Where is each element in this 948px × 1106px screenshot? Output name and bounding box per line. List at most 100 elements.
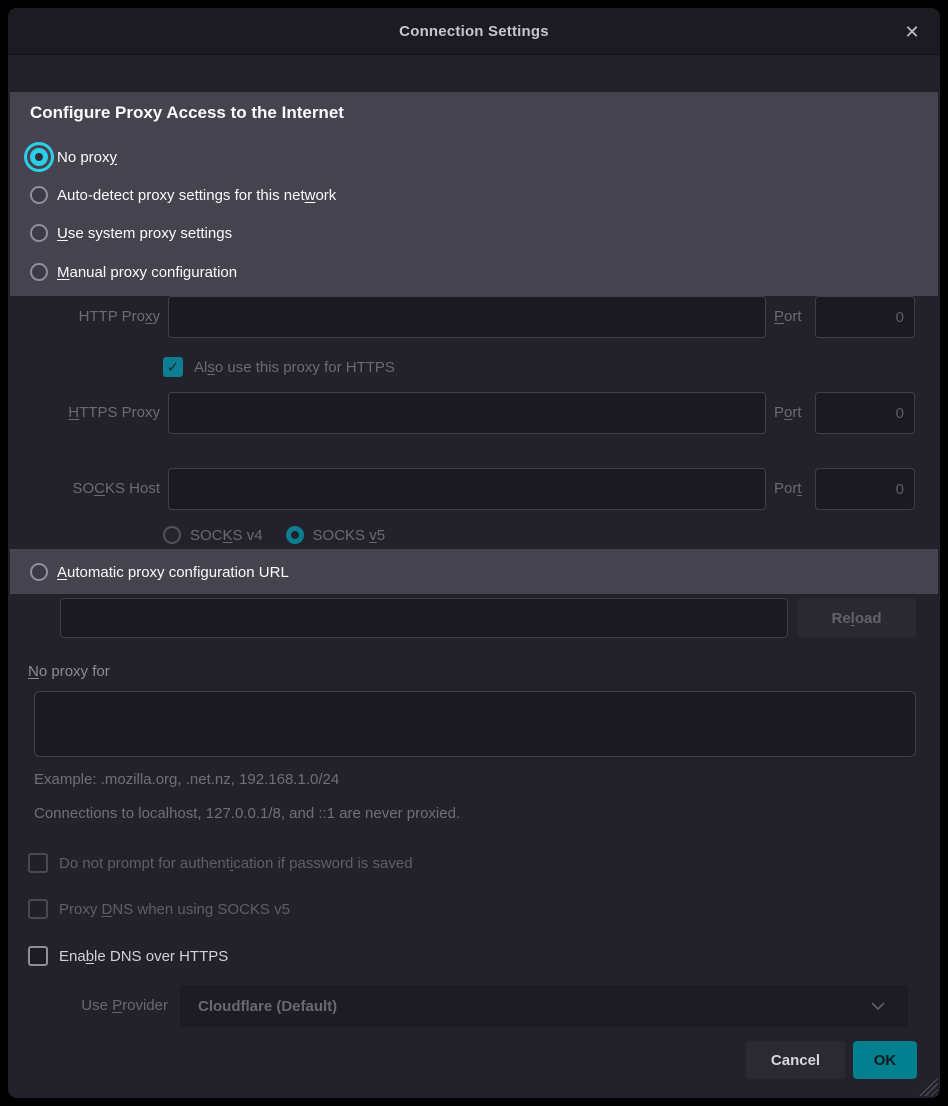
chevron-down-icon [870,1001,886,1011]
label-pre: No prox [57,149,110,166]
label-accesskey: U [57,225,68,242]
label-post: ort [784,308,802,325]
provider-dropdown[interactable]: Cloudflare (Default) [180,985,908,1027]
label-post: KS Host [105,480,160,497]
radio-socks-v4[interactable] [163,526,181,544]
http-port-label: Port [774,296,802,338]
autoproxy-url-input[interactable] [60,598,788,638]
ok-button[interactable]: OK [853,1041,917,1079]
label-pre: SO [72,480,94,497]
label-accesskey: y [110,149,118,166]
connection-settings-dialog: Connection Settings ✕ Configure Proxy Ac… [8,8,940,1098]
label-post: S v4 [233,527,263,544]
label-post: o use this proxy for HTTPS [215,359,395,376]
label-post: utomatic proxy configuration URL [67,564,289,581]
label-accesskey: w [305,187,316,204]
label-accesskey: N [28,663,39,680]
label-pre: SOC [190,527,223,544]
screen: Connection Settings ✕ Configure Proxy Ac… [0,0,948,1106]
http-proxy-input[interactable] [168,296,766,338]
radio-row-manual-proxy[interactable]: Manual proxy configuration [30,260,237,284]
label-pre: SOCKS [313,527,370,544]
enable-doh-checkbox[interactable] [28,946,48,966]
radio-label-autodetect: Auto-detect proxy settings for this netw… [57,187,336,204]
radio-manual-proxy[interactable] [30,263,48,281]
http-port-input[interactable] [815,296,915,338]
label-accesskey: C [94,480,105,497]
label-accesskey: P [774,308,784,325]
proxy-mode-section: Configure Proxy Access to the Internet N… [10,92,938,296]
label-pre: P [774,404,784,421]
proxy-dns-label: Proxy DNS when using SOCKS v5 [59,901,290,918]
label-post: TTPS Proxy [79,404,160,421]
label-post: le DNS over HTTPS [94,948,228,965]
also-https-label: Also use this proxy for HTTPS [194,359,395,376]
proxy-dns-checkbox[interactable] [28,899,48,919]
radio-no-proxy[interactable] [30,148,48,166]
http-proxy-label: HTTP Proxy [28,296,160,338]
cancel-button[interactable]: Cancel [746,1041,845,1079]
label-pre: Por [774,480,797,497]
no-proxy-for-textarea[interactable] [34,691,916,757]
radio-row-system-proxy[interactable]: Use system proxy settings [30,221,232,245]
socks-port-label: Port [774,468,802,510]
radio-label-no-proxy: No proxy [57,149,117,166]
https-port-label: Port [774,392,802,434]
no-proxy-for-label: No proxy for [28,663,110,680]
socks-host-row: SOCKS Host Port [8,468,940,510]
https-port-input[interactable] [815,392,915,434]
socks-host-label: SOCKS Host [28,468,160,510]
label-post: NS when using SOCKS v5 [112,901,290,918]
radio-row-autodetect[interactable]: Auto-detect proxy settings for this netw… [30,183,336,207]
socks-port-input[interactable] [815,468,915,510]
radio-row-autoproxy-url[interactable]: Automatic proxy configuration URL [30,560,289,584]
label-accesskey: x [145,308,153,325]
resize-grip-icon[interactable] [916,1078,938,1096]
socks-v4-label: SOCKS v4 [190,527,263,544]
label-post: o proxy for [39,663,110,680]
label-accesskey: s [207,359,215,376]
label-accesskey: b [86,948,94,965]
section-heading: Configure Proxy Access to the Internet [30,103,344,123]
radio-system-proxy[interactable] [30,224,48,242]
label-pre: Ena [59,948,86,965]
label-post: rt [792,404,801,421]
label-post: rovider [122,997,168,1014]
radio-autoproxy-url[interactable] [30,563,48,581]
https-proxy-input[interactable] [168,392,766,434]
radio-autodetect[interactable] [30,186,48,204]
label-accesskey: A [57,564,67,581]
radio-socks-v5[interactable] [286,526,304,544]
label-accesskey: P [112,997,122,1014]
label-post: anual proxy configuration [70,264,238,281]
label-accesskey: v [369,527,377,544]
label-post: 5 [377,527,385,544]
label-accesskey: D [102,901,113,918]
label-pre: Auto-detect proxy settings for this net [57,187,305,204]
dialog-title: Connection Settings [399,23,549,40]
option-row-proxy-dns[interactable]: Proxy DNS when using SOCKS v5 [28,898,290,920]
reload-button[interactable]: Reload [797,598,916,638]
option-row-enable-doh[interactable]: Enable DNS over HTTPS [28,945,228,967]
label-post: ork [315,187,336,204]
radio-row-no-proxy[interactable]: No proxy [30,145,117,169]
no-proxy-note-text: Connections to localhost, 127.0.0.1/8, a… [34,805,460,822]
provider-selected-option: Cloudflare (Default) [198,998,337,1015]
socks-host-input[interactable] [168,468,766,510]
also-https-checkbox[interactable]: ✓ [163,357,183,377]
label-post: y [153,308,161,325]
label-pre: Do not prompt for authent [59,855,230,872]
label-accesskey: M [57,264,70,281]
label-accesskey: K [223,527,233,544]
no-proxy-example-text: Example: .mozilla.org, .net.nz, 192.168.… [34,771,339,788]
label-pre: Al [194,359,207,376]
option-row-no-prompt-auth[interactable]: Do not prompt for authentication if pass… [28,852,413,874]
autoproxy-section[interactable]: Automatic proxy configuration URL [10,549,938,594]
no-prompt-auth-checkbox[interactable] [28,853,48,873]
label-post: se system proxy settings [68,225,232,242]
also-https-row[interactable]: ✓ Also use this proxy for HTTPS [163,356,395,378]
close-icon[interactable]: ✕ [900,20,924,44]
https-proxy-label: HTTPS Proxy [28,392,160,434]
socks-version-row: SOCKS v4 SOCKS v5 [163,524,385,546]
label-pre: Use [81,997,112,1014]
